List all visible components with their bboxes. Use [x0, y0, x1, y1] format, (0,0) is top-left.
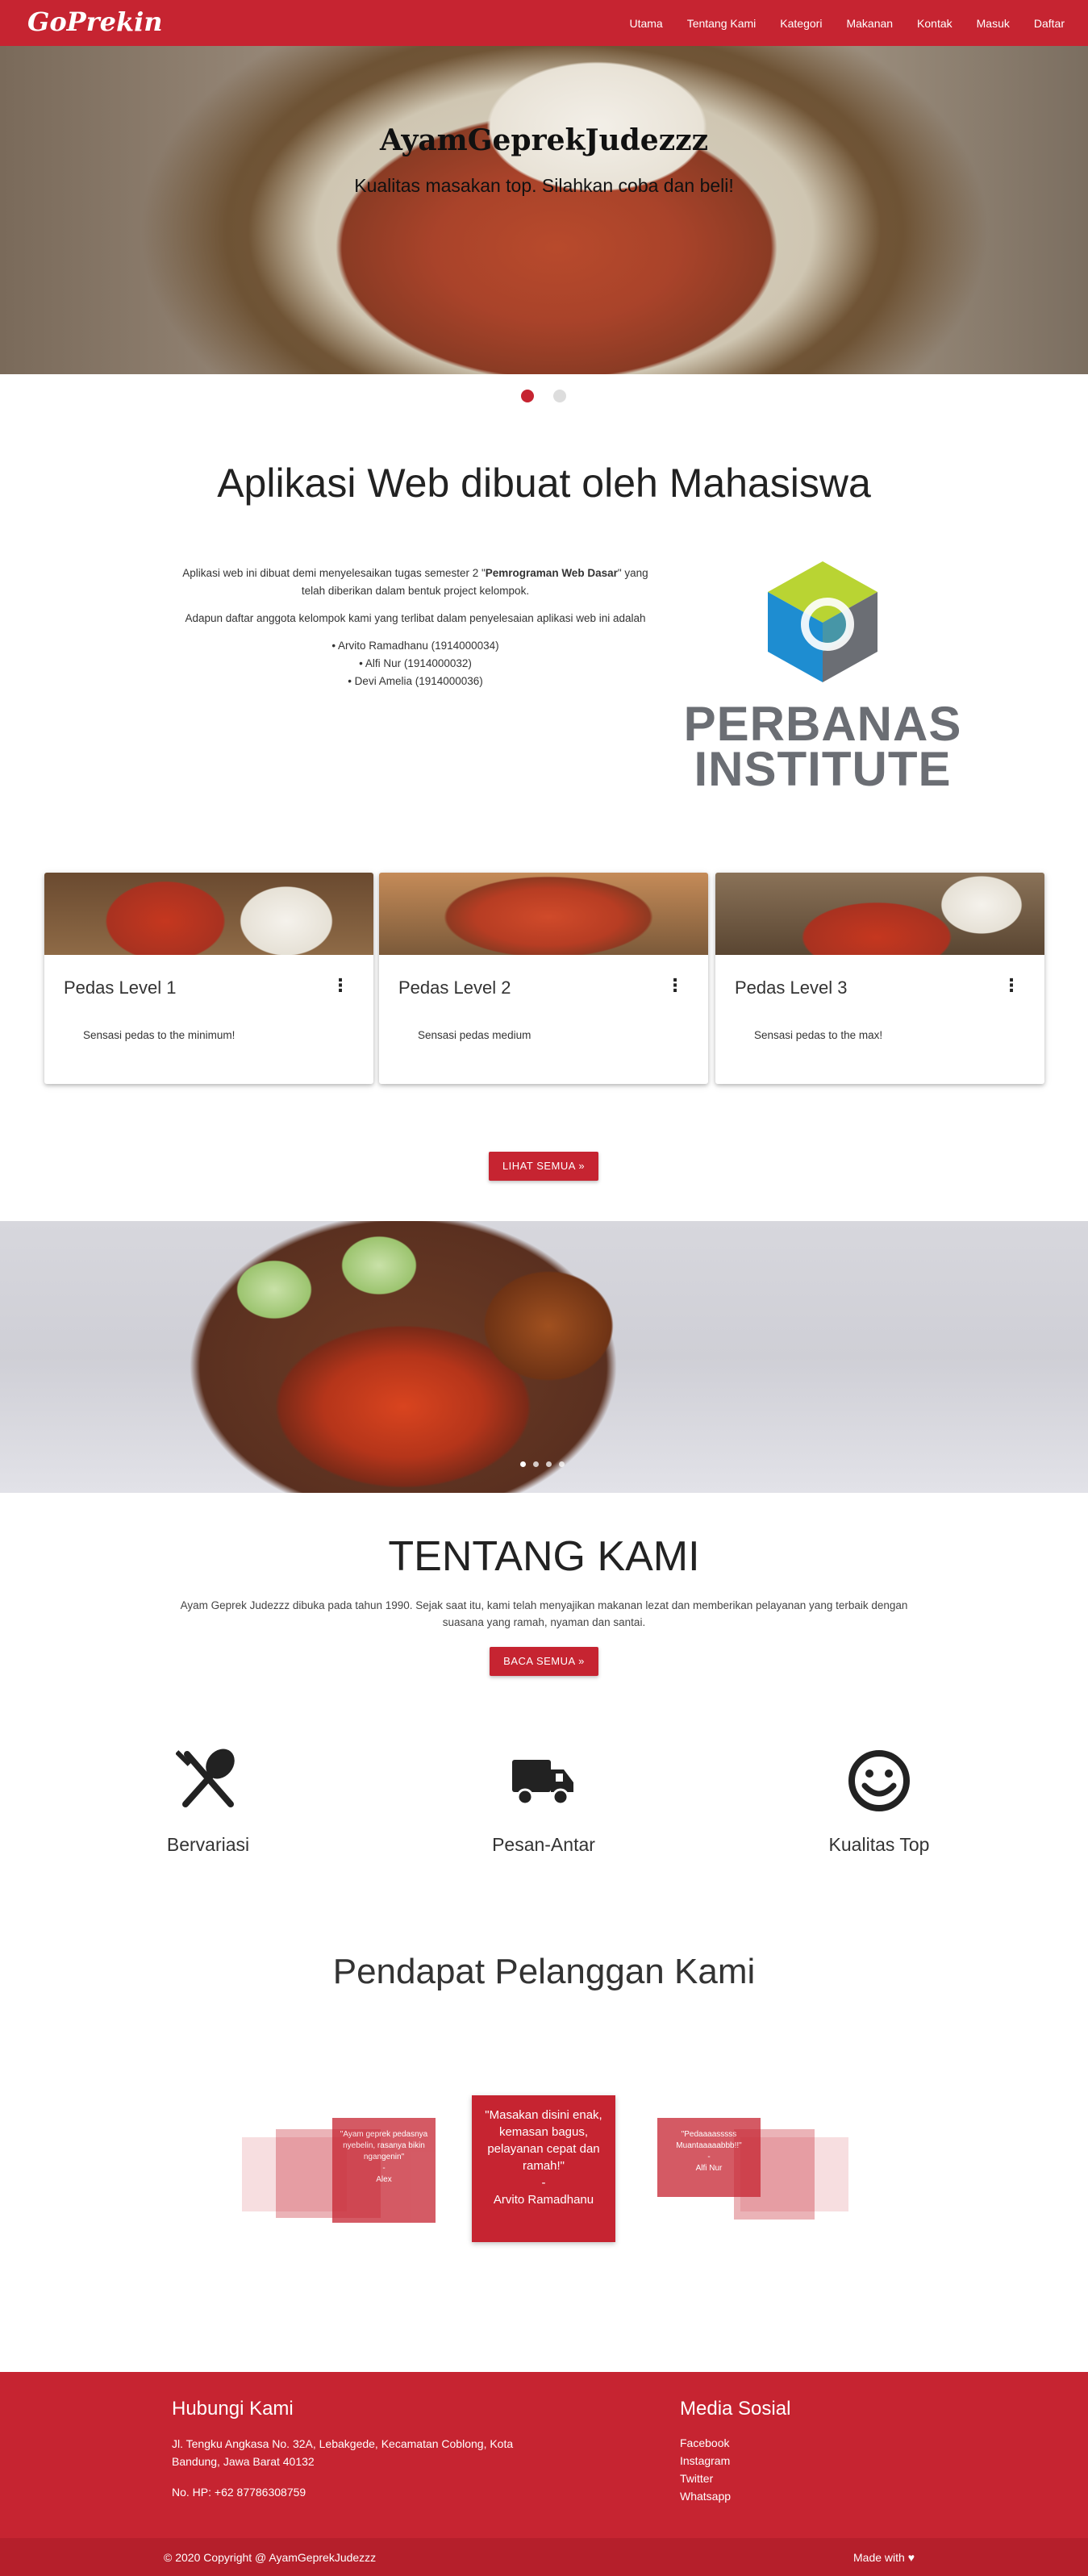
contact-address: Jl. Tengku Angkasa No. 32A, Lebakgede, K… [172, 2437, 514, 2468]
card-title: Pedas Level 2 [398, 977, 511, 998]
social-whatsapp-link[interactable]: Whatsapp [680, 2490, 731, 2503]
footer: Hubungi Kami Jl. Tengku Angkasa No. 32A,… [0, 2372, 1088, 2576]
made-with-text: Made with ♥ [853, 2549, 915, 2566]
card-title: Pedas Level 1 [64, 977, 177, 998]
hero-indicator-2[interactable] [553, 390, 566, 402]
about-p2: Adapun daftar anggota kelompok kami yang… [185, 612, 646, 624]
footer-bottom-bar: © 2020 Copyright @ AyamGeprekJudezzz Mad… [0, 2538, 1088, 2576]
social-instagram-link[interactable]: Instagram [680, 2454, 730, 2467]
nav-kategori[interactable]: Kategori [768, 17, 834, 30]
nav-makanan[interactable]: Makanan [834, 17, 905, 30]
hero-title: AyamGeprekJudezzz [379, 123, 709, 157]
testimonial-name: Arvito Ramadhanu [493, 2193, 594, 2207]
truck-icon [512, 1760, 573, 1806]
brand-logo[interactable]: GoPrekin [27, 6, 163, 37]
member-item: • Alfi Nur (1914000032) [359, 657, 472, 669]
baca-semua-button[interactable]: BACA SEMUA » [490, 1647, 598, 1676]
card-level-3[interactable]: Pedas Level 3 ⋮ Sensasi pedas to the max… [715, 873, 1044, 1084]
slider-indicator-3[interactable] [546, 1461, 552, 1467]
about-title: Aplikasi Web dibuat oleh Mahasiswa [217, 461, 871, 506]
more-vert-icon[interactable]: ⋮ [666, 976, 684, 996]
social-facebook-link[interactable]: Facebook [680, 2436, 729, 2449]
testimonial-quote: "Ayam geprek pedasnya nyebelin, rasanya … [340, 2130, 428, 2161]
member-item: • Devi Amelia (1914000036) [348, 675, 483, 687]
about-text: Aplikasi web ini dibuat demi menyelesaik… [169, 565, 661, 690]
about-p1-a: Aplikasi web ini dibuat demi menyelesaik… [182, 567, 486, 579]
feature-label: Kualitas Top [828, 1834, 930, 1855]
feature-label: Pesan-Antar [492, 1834, 595, 1855]
member-item: • Arvito Ramadhanu (1914000034) [331, 640, 499, 652]
testimonial-quote: "Masakan disini enak, kemasan bagus, pel… [485, 2108, 602, 2173]
card-desc: Sensasi pedas to the minimum! [83, 1029, 236, 1041]
testimonials-title: Pendapat Pelanggan Kami [332, 1952, 756, 1991]
feature-label: Bervariasi [166, 1834, 250, 1855]
testimonial-dash: - [541, 2176, 546, 2190]
nav-links: Utama Tentang Kami Kategori Makanan Kont… [617, 0, 1077, 46]
card-desc: Sensasi pedas medium [418, 1029, 531, 1041]
nav-masuk[interactable]: Masuk [965, 17, 1022, 30]
testimonial-name: Alex [376, 2175, 392, 2184]
made-with-label: Made with [853, 2551, 905, 2564]
food-slider[interactable] [0, 1221, 1088, 1493]
heart-icon: ♥ [907, 2551, 915, 2564]
nav-daftar[interactable]: Daftar [1022, 17, 1077, 30]
card-image [44, 873, 373, 955]
more-vert-icon[interactable]: ⋮ [331, 976, 349, 996]
perbanas-line2: INSTITUTE [694, 742, 952, 796]
card-desc: Sensasi pedas to the max! [754, 1029, 883, 1041]
more-vert-icon[interactable]: ⋮ [1003, 976, 1020, 996]
testimonial-dash: - [382, 2164, 386, 2173]
testimonial-name: Alfi Nur [695, 2164, 723, 2173]
card-level-1[interactable]: Pedas Level 1 ⋮ Sensasi pedas to the min… [44, 873, 373, 1084]
perbanas-line1: PERBANAS [683, 697, 962, 751]
navbar: GoPrekin Utama Tentang Kami Kategori Mak… [0, 0, 1088, 46]
social-title: Media Sosial [680, 2398, 791, 2420]
smile-icon [848, 1750, 910, 1811]
slider-indicator-2[interactable] [533, 1461, 539, 1467]
contact-phone: No. HP: +62 87786308759 [172, 2486, 306, 2499]
nav-utama[interactable]: Utama [617, 17, 674, 30]
hero-carousel[interactable]: AyamGeprekJudezzz Kualitas masakan top. … [0, 46, 1088, 374]
tentang-kami-title: TENTANG KAMI [388, 1533, 700, 1580]
nav-tentang-kami[interactable]: Tentang Kami [675, 17, 769, 30]
testimonial-card-center[interactable]: "Masakan disini enak, kemasan bagus, pel… [472, 2095, 615, 2242]
card-image [379, 873, 708, 955]
nav-kontak[interactable]: Kontak [905, 17, 965, 30]
about-p1-bold: Pemrograman Web Dasar [485, 567, 618, 579]
contact-title: Hubungi Kami [172, 2398, 294, 2420]
hero-subtitle: Kualitas masakan top. Silahkan coba dan … [354, 175, 734, 196]
card-title: Pedas Level 3 [735, 977, 848, 998]
copyright-text: © 2020 Copyright @ AyamGeprekJudezzz [164, 2551, 377, 2564]
tentang-kami-text: Ayam Geprek Judezzz dibuka pada tahun 19… [180, 1599, 908, 1628]
slider-indicator-1[interactable] [520, 1461, 526, 1467]
testimonial-dash: - [707, 2153, 711, 2161]
social-twitter-link[interactable]: Twitter [680, 2472, 713, 2485]
utensils-icon [176, 1749, 235, 1807]
perbanas-logo: PERBANAS INSTITUTE [677, 556, 968, 794]
card-image [715, 873, 1044, 955]
testimonial-card-right[interactable]: "Pedaaaasssss Muantaaaaabbb!!" - Alfi Nu… [657, 2118, 761, 2197]
testimonial-card-left[interactable]: "Ayam geprek pedasnya nyebelin, rasanya … [332, 2118, 436, 2223]
lihat-semua-button[interactable]: LIHAT SEMUA » [489, 1152, 598, 1181]
card-level-2[interactable]: Pedas Level 2 ⋮ Sensasi pedas medium [379, 873, 708, 1084]
testimonial-quote: "Pedaaaasssss Muantaaaaabbb!!" [676, 2130, 742, 2150]
hero-indicator-1[interactable] [521, 390, 534, 402]
perbanas-cube-icon [768, 561, 877, 682]
slider-indicator-4[interactable] [559, 1461, 565, 1467]
